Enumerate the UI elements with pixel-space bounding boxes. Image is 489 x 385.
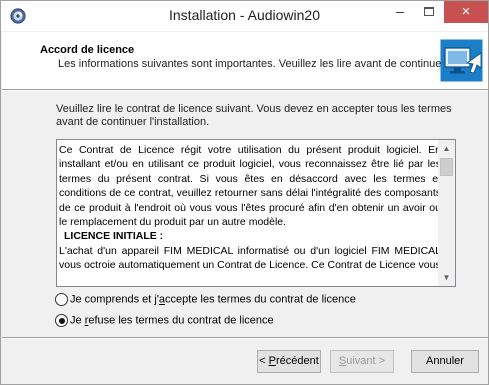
refuse-radio[interactable]	[55, 314, 68, 327]
refuse-option[interactable]: Je refuse les termes du contrat de licen…	[55, 314, 274, 330]
next-button[interactable]: Suivant >	[330, 350, 394, 373]
maximize-button[interactable]	[415, 1, 443, 23]
page-subtitle: Les informations suivantes sont importan…	[58, 58, 448, 70]
scroll-down-arrow-icon[interactable]: ▼	[438, 269, 455, 286]
license-paragraph: Ce Contrat de Licence régit votre utilis…	[59, 144, 441, 229]
monitor-arrow-icon	[440, 39, 483, 82]
title-bar[interactable]: Installation - Audiowin20 – ×	[1, 1, 488, 31]
refuse-label[interactable]: Je refuse les termes du contrat de licen…	[70, 315, 274, 327]
accept-radio[interactable]	[55, 293, 68, 306]
license-heading: LICENCE INITIALE :	[64, 230, 164, 243]
installer-window: Installation - Audiowin20 – × Accord de …	[0, 0, 489, 385]
intro-text: Veuillez lire le contrat de licence suiv…	[56, 103, 452, 128]
scroll-up-arrow-icon[interactable]: ▲	[438, 140, 455, 157]
accept-label[interactable]: Je comprends et j'accepte les termes du …	[70, 294, 356, 306]
back-button[interactable]: < Précédent	[257, 350, 321, 373]
license-paragraph: L'achat d'un appareil FIM MEDICAL inform…	[59, 244, 441, 272]
cancel-button[interactable]: Annuler	[411, 350, 479, 373]
close-button[interactable]: ×	[444, 1, 488, 23]
accept-option[interactable]: Je comprends et j'accepte les termes du …	[55, 293, 356, 309]
maximize-icon	[424, 7, 434, 16]
wizard-header: Accord de licence Les informations suiva…	[2, 32, 488, 89]
license-scrollbar[interactable]: ▲ ▼	[438, 140, 455, 286]
license-content: Ce Contrat de Licence régit votre utilis…	[59, 143, 441, 273]
scroll-thumb[interactable]	[440, 158, 453, 176]
license-text-area[interactable]: Ce Contrat de Licence régit votre utilis…	[56, 139, 456, 287]
footer-divider	[2, 337, 488, 339]
page-title: Accord de licence	[40, 44, 135, 56]
header-divider	[2, 89, 488, 91]
minimize-button[interactable]: –	[385, 1, 415, 23]
